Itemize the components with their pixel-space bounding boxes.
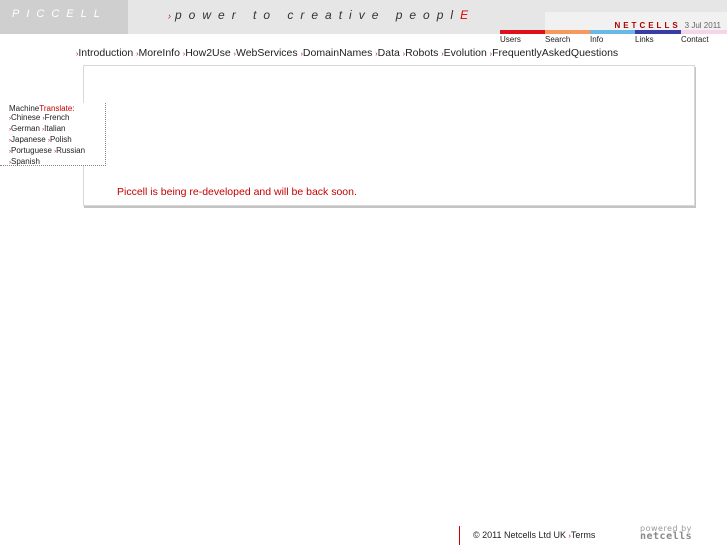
nav-evolution[interactable]: Evolution: [444, 47, 487, 59]
nav-domainnames[interactable]: DomainNames: [303, 47, 372, 59]
translate-title-highlight: Translate:: [39, 104, 75, 113]
color-bar: [590, 30, 635, 34]
status-message: Piccell is being re-developed and will b…: [117, 186, 357, 198]
nav-webservices[interactable]: WebServices: [236, 47, 298, 59]
powered-by-logo[interactable]: powered by netcells: [640, 525, 704, 543]
topnav-users[interactable]: Users: [500, 30, 545, 44]
translate-row: ›Japanese ›Polish: [9, 135, 105, 146]
nav-how2use[interactable]: How2Use: [185, 47, 231, 59]
translate-row: ›German ›Italian: [9, 124, 105, 135]
arrow-icon: ›: [168, 11, 175, 21]
nav-data[interactable]: Data: [378, 47, 400, 59]
tagline: ›power to creative peoplE: [168, 8, 468, 22]
topnav-contact[interactable]: Contact: [681, 30, 727, 44]
brand-name[interactable]: NETCELLS: [614, 21, 680, 30]
lang-spanish[interactable]: Spanish: [11, 157, 40, 166]
machine-translate-panel: MachineTranslate: ›Chinese ›French ›Germ…: [0, 103, 106, 166]
topnav-search[interactable]: Search: [545, 30, 590, 44]
lang-russian[interactable]: Russian: [56, 146, 85, 155]
translate-row: ›Chinese ›French: [9, 113, 105, 124]
main-nav: ›Introduction ›MoreInfo ›How2Use ›WebSer…: [76, 47, 618, 59]
site-logo[interactable]: PICCELL: [0, 0, 128, 34]
tagline-text: power to creative peopl: [175, 8, 461, 22]
topnav-links[interactable]: Links: [635, 30, 681, 44]
translate-row: ›Spanish: [9, 157, 105, 168]
tagline-end: E: [460, 8, 469, 22]
top-nav: Users Search Info Links Contact: [500, 30, 727, 44]
translate-row: ›Portuguese ›Russian: [9, 146, 105, 157]
topnav-label: Users: [500, 35, 521, 44]
translate-title-prefix: Machine: [9, 104, 40, 113]
nav-moreinfo[interactable]: MoreInfo: [138, 47, 179, 59]
lang-polish[interactable]: Polish: [50, 135, 72, 144]
lang-japanese[interactable]: Japanese: [11, 135, 46, 144]
lang-french[interactable]: French: [45, 113, 70, 122]
topnav-label: Search: [545, 35, 571, 44]
footer-divider: [459, 526, 460, 545]
nav-introduction[interactable]: Introduction: [78, 47, 133, 59]
color-bar: [500, 30, 545, 34]
nav-faq[interactable]: FrequentlyAskedQuestions: [492, 47, 618, 59]
copyright: © 2011 Netcells Ltd UK: [473, 530, 567, 540]
terms-link[interactable]: Terms: [571, 530, 596, 540]
header: PICCELL ›power to creative peoplE NETCEL…: [0, 0, 727, 34]
lang-italian[interactable]: Italian: [44, 124, 65, 133]
lang-portuguese[interactable]: Portuguese: [11, 146, 52, 155]
content-panel: [83, 65, 695, 206]
color-bar: [681, 30, 727, 34]
powered-by-name: netcells: [640, 531, 693, 542]
color-bar: [545, 30, 590, 34]
translate-title: MachineTranslate:: [9, 104, 105, 113]
footer: © 2011 Netcells Ltd UK ›Terms: [473, 530, 595, 540]
topnav-label: Contact: [681, 35, 709, 44]
nav-robots[interactable]: Robots: [405, 47, 438, 59]
current-date: 3 Jul 2011: [684, 21, 721, 30]
lang-chinese[interactable]: Chinese: [11, 113, 40, 122]
lang-german[interactable]: German: [11, 124, 40, 133]
topnav-label: Links: [635, 35, 654, 44]
topnav-label: Info: [590, 35, 604, 44]
topnav-info[interactable]: Info: [590, 30, 635, 44]
color-bar: [635, 30, 681, 34]
